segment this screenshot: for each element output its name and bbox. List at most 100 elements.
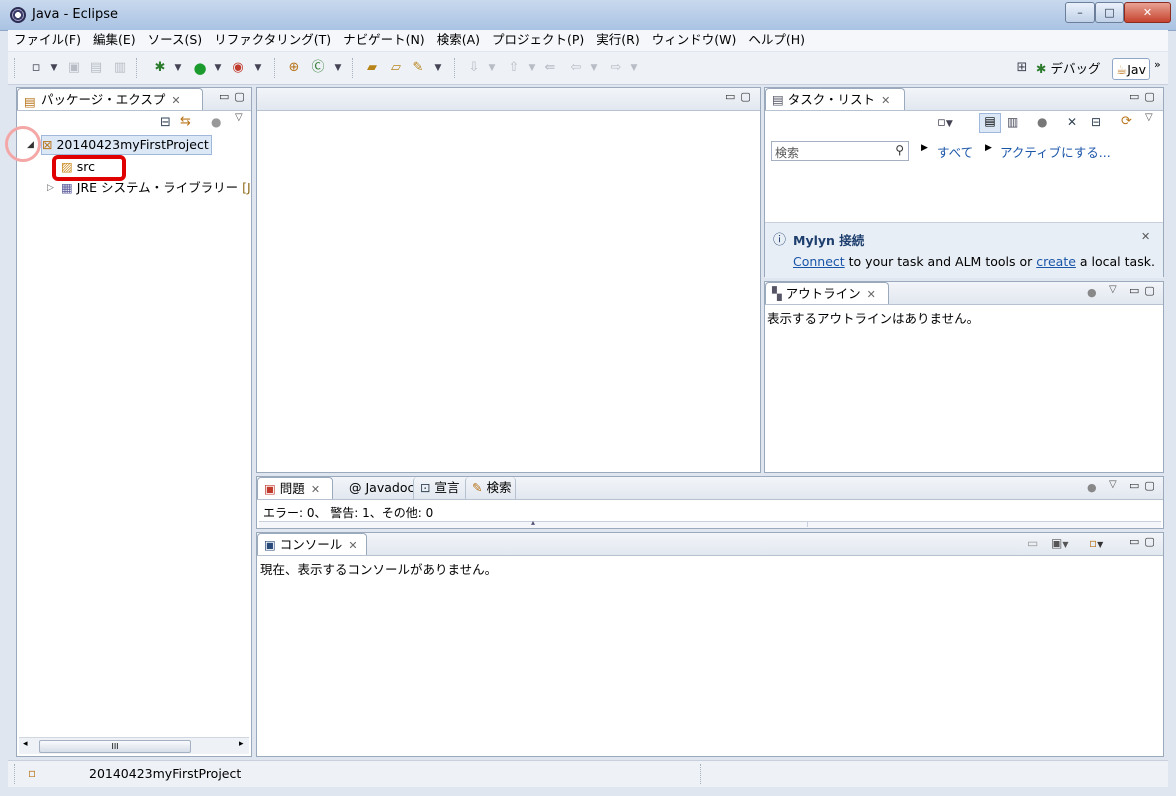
new-dropdown-icon[interactable]: ▼ (46, 60, 62, 76)
menu-edit[interactable]: 編集(E) (87, 30, 142, 50)
categorized-icon[interactable]: ▤ (979, 113, 1001, 133)
open-task-icon[interactable]: ▱ (388, 60, 404, 76)
minimize-button[interactable]: – (1065, 2, 1095, 23)
connect-link[interactable]: Connect (793, 254, 845, 269)
pin-console-icon[interactable]: ▭ (1027, 536, 1038, 550)
view-minmax-icon[interactable]: ▭▢ (219, 90, 250, 103)
next-annotation-dropdown-icon[interactable]: ▼ (484, 60, 500, 76)
focus-icon[interactable]: ● (1037, 115, 1047, 129)
tab-declaration[interactable]: ⊡ 宣言 (413, 477, 459, 499)
menu-window[interactable]: ウィンドウ(W) (646, 30, 743, 50)
menu-refactor[interactable]: リファクタリング(T) (208, 30, 337, 50)
menu-project[interactable]: プロジェクト(P) (486, 30, 590, 50)
tab-task-list[interactable]: ▤ タスク・リスト ✕ (765, 88, 905, 110)
scroll-left-icon[interactable]: ◂ (23, 739, 28, 749)
save-icon[interactable]: ▣ (66, 60, 82, 76)
scheduled-icon[interactable]: ▥ (1007, 115, 1018, 129)
new-package-icon[interactable]: ⊕ (286, 60, 302, 76)
menu-help[interactable]: ヘルプ(H) (742, 30, 811, 50)
view-minmax-icon[interactable]: ▭▢ (1129, 90, 1160, 103)
view-minmax-icon[interactable]: ▭▢ (1129, 479, 1160, 492)
new-task-icon[interactable]: ▫▼ (937, 115, 953, 130)
print-icon[interactable]: ▥ (112, 60, 128, 76)
close-tab-icon[interactable]: ✕ (867, 288, 876, 301)
menu-search[interactable]: 検索(A) (431, 30, 486, 50)
forward-dropdown-icon[interactable]: ▼ (626, 60, 642, 76)
menu-run[interactable]: 実行(R) (590, 30, 645, 50)
run-icon[interactable]: ● (192, 60, 208, 76)
view-menu-icon[interactable]: ▽ (1109, 284, 1117, 295)
focus-icon[interactable]: ● (1087, 481, 1097, 494)
search-tool-icon[interactable]: ✎ (410, 60, 426, 76)
problems-table-header[interactable]: ▴ (259, 518, 1161, 528)
new-item-icon[interactable]: ▫ (28, 766, 36, 780)
open-console-icon[interactable]: ▫▼ (1089, 536, 1103, 550)
tab-search[interactable]: ✎ 検索 (465, 477, 517, 499)
menu-navigate[interactable]: ナビゲート(N) (337, 30, 431, 50)
run-dropdown-icon[interactable]: ▼ (210, 60, 226, 76)
create-link[interactable]: create (1036, 254, 1076, 269)
menu-file[interactable]: ファイル(F) (8, 30, 87, 50)
back-dropdown-icon[interactable]: ▼ (586, 60, 602, 76)
tab-problems[interactable]: ▣ 問題 ✕ (257, 477, 333, 499)
tab-package-explorer[interactable]: ▤ パッケージ・エクスプ ✕ (17, 88, 203, 110)
next-annotation-icon[interactable]: ⇩ (466, 60, 482, 76)
external-tools-icon[interactable]: ◉ (230, 60, 246, 76)
close-tab-icon[interactable]: ✕ (881, 94, 890, 107)
link-with-editor-icon[interactable]: ⇆ (180, 114, 191, 129)
search-dropdown-icon[interactable]: ▼ (430, 60, 446, 76)
scroll-thumb[interactable]: III (39, 740, 191, 753)
close-tab-icon[interactable]: ✕ (348, 539, 357, 552)
tab-javadoc[interactable]: @ Javadoc (343, 477, 414, 499)
horizontal-scrollbar[interactable]: ◂ III ▸ (19, 737, 249, 754)
close-tab-icon[interactable]: ✕ (171, 94, 180, 107)
external-tools-dropdown-icon[interactable]: ▼ (250, 60, 266, 76)
focus-icon[interactable]: ● (211, 115, 221, 129)
back-icon[interactable]: ⇦ (568, 60, 584, 76)
perspective-java[interactable]: ☕Jav (1112, 58, 1150, 80)
task-search-field[interactable]: 検索 ⚲ (771, 141, 909, 161)
editor-minmax-icon[interactable]: ▭▢ (725, 90, 756, 103)
view-menu-icon[interactable]: ▽ (1109, 479, 1117, 490)
close-button[interactable]: ✕ (1124, 2, 1171, 23)
open-perspective-icon[interactable]: ⊞ (1014, 60, 1030, 76)
tree-item-src[interactable]: ▨ src (61, 158, 95, 176)
open-type-icon[interactable]: ▰ (364, 60, 380, 76)
new-class-icon[interactable]: Ⓒ (310, 60, 326, 76)
hide-completed-icon[interactable]: ✕ (1067, 115, 1077, 129)
scroll-right-icon[interactable]: ▸ (239, 739, 244, 749)
activate-link[interactable]: アクティブにする... (1000, 142, 1111, 161)
save-all-icon[interactable]: ▤ (88, 60, 104, 76)
new-icon[interactable]: ▫ (28, 60, 44, 76)
collapse-all-icon[interactable]: ⊟ (160, 115, 171, 130)
collapse-all-icon[interactable]: ⊟ (1091, 115, 1101, 129)
previous-annotation-icon[interactable]: ⇧ (506, 60, 522, 76)
expand-jre-icon[interactable]: ▷ (47, 179, 54, 197)
last-edit-location-icon[interactable]: ⇚ (542, 60, 558, 76)
view-minmax-icon[interactable]: ▭▢ (1129, 284, 1160, 297)
menu-source[interactable]: ソース(S) (142, 30, 209, 50)
display-console-icon[interactable]: ▣▼ (1051, 536, 1069, 550)
synchronize-icon[interactable]: ⟳ (1121, 114, 1132, 129)
new-class-dropdown-icon[interactable]: ▼ (330, 60, 346, 76)
debug-dropdown-icon[interactable]: ▼ (170, 60, 186, 76)
expand-project-icon[interactable]: ◢ (27, 136, 34, 154)
close-tab-icon[interactable]: ✕ (311, 483, 320, 496)
previous-annotation-dropdown-icon[interactable]: ▼ (524, 60, 540, 76)
task-search-input[interactable]: 検索 (775, 144, 799, 161)
perspective-debug[interactable]: ✱ デバッグ (1036, 58, 1100, 80)
view-menu-icon[interactable]: ▽ (1145, 112, 1153, 123)
tab-console[interactable]: ▣ コンソール ✕ (257, 533, 367, 555)
debug-icon[interactable]: ✱ (152, 60, 168, 76)
tab-outline[interactable]: ▚ アウトライン ✕ (765, 282, 889, 304)
maximize-button[interactable]: □ (1095, 2, 1124, 23)
focus-icon[interactable]: ● (1087, 286, 1097, 299)
more-perspectives[interactable]: » (1154, 54, 1161, 76)
forward-icon[interactable]: ⇨ (608, 60, 624, 76)
tasks-all-link[interactable]: すべて (937, 142, 973, 161)
tree-item-project[interactable]: ⊠ 20140423myFirstProject (41, 135, 212, 155)
view-menu-icon[interactable]: ▽ (235, 112, 243, 123)
view-minmax-icon[interactable]: ▭▢ (1129, 535, 1160, 548)
tree-item-jre[interactable]: ▦ JRE システム・ライブラリー [J (61, 179, 251, 197)
close-panel-icon[interactable]: ✕ (1141, 230, 1150, 243)
